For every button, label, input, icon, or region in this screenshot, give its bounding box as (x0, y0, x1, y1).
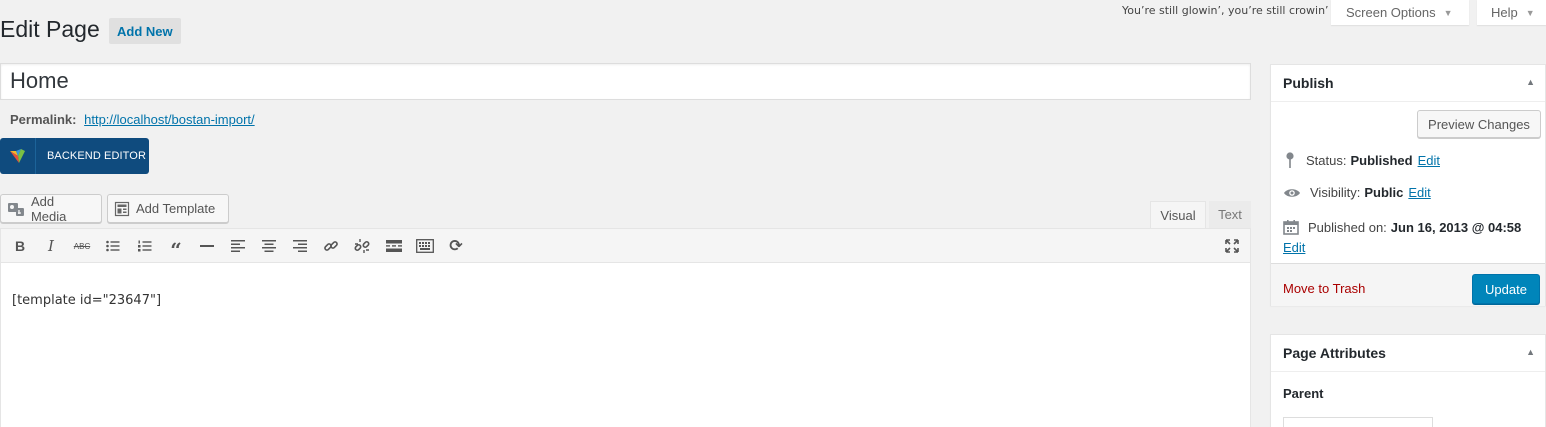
caret-down-icon: ▼ (1525, 7, 1535, 18)
published-on-row: Published on: Jun 16, 2013 @ 04:58 (1283, 219, 1521, 235)
parent-select[interactable] (1283, 417, 1433, 427)
page-attributes-title: Page Attributes (1283, 345, 1386, 361)
visibility-row: Visibility: Public Edit (1283, 185, 1431, 200)
status-label: Status: (1306, 152, 1347, 168)
editor-toolbar: B I ABC “ ⟳ (0, 228, 1251, 262)
add-media-label: Add Media (30, 193, 67, 224)
backend-editor-button[interactable]: BACKEND EDITOR (0, 138, 149, 174)
remove-link-icon[interactable] (352, 236, 372, 256)
align-right-icon[interactable] (290, 236, 310, 256)
add-new-button[interactable]: Add New (109, 18, 181, 44)
strikethrough-icon[interactable]: ABC (72, 236, 92, 256)
fullscreen-icon[interactable] (1222, 236, 1242, 256)
align-center-icon[interactable] (259, 236, 279, 256)
permalink-label: Permalink: (10, 112, 77, 127)
bulleted-list-icon[interactable] (103, 236, 123, 256)
hello-dolly-lyric: You’re still glowin’, you’re still crowi… (1122, 4, 1329, 17)
add-template-button[interactable]: Add Template (107, 194, 229, 223)
edit-status-link[interactable]: Edit (1418, 153, 1440, 168)
blockquote-icon[interactable]: “ (166, 236, 186, 262)
collapse-arrow-icon[interactable]: ▲ (1526, 77, 1535, 87)
horizontal-line-icon[interactable] (197, 236, 217, 256)
edit-visibility-link[interactable]: Edit (1408, 185, 1430, 200)
read-more-icon[interactable] (384, 236, 404, 256)
status-value: Published (1350, 152, 1413, 168)
add-media-button[interactable]: Add Media (0, 193, 102, 224)
collapse-arrow-icon[interactable]: ▲ (1526, 347, 1535, 357)
bold-icon[interactable]: B (10, 236, 30, 256)
permalink-url[interactable]: http://localhost/bostan-import/ (84, 112, 255, 127)
refresh-icon[interactable]: ⟳ (446, 236, 466, 256)
move-to-trash-link[interactable]: Move to Trash (1283, 281, 1365, 296)
pin-icon (1286, 152, 1294, 168)
align-left-icon[interactable] (228, 236, 248, 256)
italic-icon[interactable]: I (41, 236, 61, 256)
publish-title: Publish (1283, 75, 1334, 91)
calendar-icon (1283, 220, 1299, 235)
backend-editor-label: BACKEND EDITOR (47, 150, 146, 162)
screen-options-tab[interactable]: Screen Options ▼ (1331, 0, 1469, 25)
parent-label: Parent (1283, 386, 1324, 401)
help-label: Help (1491, 5, 1518, 20)
eye-icon (1284, 188, 1300, 197)
tab-visual[interactable]: Visual (1150, 201, 1206, 228)
page-title: Edit Page (0, 16, 100, 42)
visibility-value: Public (1364, 185, 1404, 200)
preview-changes-button[interactable]: Preview Changes (1417, 110, 1541, 138)
page-attributes-box: Page Attributes ▲ Parent (1270, 334, 1546, 427)
editor-content-area[interactable]: [template id="23647"] (0, 262, 1251, 427)
update-button[interactable]: Update (1472, 274, 1540, 304)
template-icon (114, 201, 130, 216)
published-value: Jun 16, 2013 @ 04:58 (1390, 219, 1522, 235)
publish-box: Publish ▲ Preview Changes Status: Publis… (1270, 64, 1546, 306)
page-attributes-header[interactable]: Page Attributes ▲ (1271, 335, 1545, 372)
numbered-list-icon[interactable] (135, 236, 155, 256)
caret-down-icon: ▼ (1443, 7, 1453, 18)
media-icon (7, 202, 24, 216)
status-row: Status: Published Edit (1283, 151, 1440, 169)
help-tab[interactable]: Help ▼ (1477, 0, 1546, 25)
toolbar-toggle-icon[interactable] (415, 236, 435, 256)
tab-text[interactable]: Text (1209, 201, 1251, 228)
post-title-input[interactable]: Home (0, 63, 1251, 100)
edit-date-link[interactable]: Edit (1283, 240, 1305, 255)
publish-box-header[interactable]: Publish ▲ (1271, 65, 1545, 102)
permalink: Permalink: http://localhost/bostan-impor… (10, 112, 255, 127)
published-label: Published on: (1308, 219, 1387, 235)
publish-actions: Move to Trash Update (1271, 263, 1545, 306)
screen-options-label: Screen Options (1346, 5, 1436, 20)
add-template-label: Add Template (136, 201, 216, 216)
editor-text: [template id="23647"] (12, 293, 162, 308)
insert-link-icon[interactable] (321, 236, 341, 256)
page-builder-logo-icon (0, 138, 36, 174)
visibility-label: Visibility: (1310, 185, 1361, 200)
